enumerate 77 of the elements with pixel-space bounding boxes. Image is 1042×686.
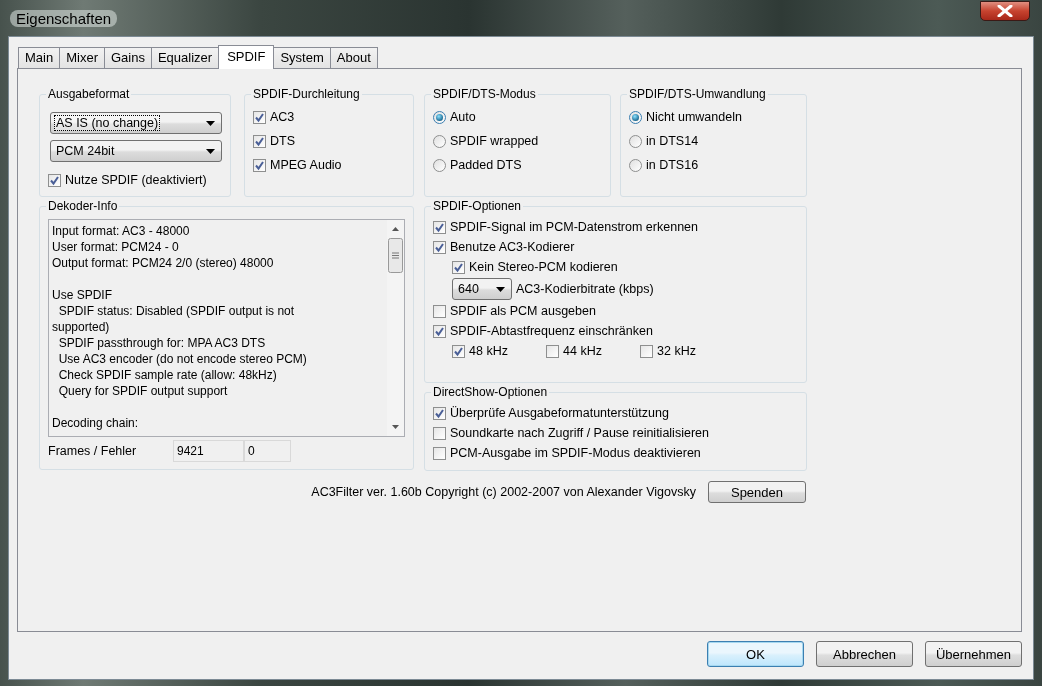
radio-button[interactable]: [433, 158, 446, 172]
tab[interactable]: Mixer: [59, 47, 105, 68]
dropdown[interactable]: AS IS (no change): [50, 112, 222, 134]
close-button[interactable]: [980, 1, 1030, 21]
checkbox[interactable]: [433, 220, 446, 234]
checkbox[interactable]: [546, 344, 559, 358]
radio-label: in DTS14: [646, 134, 699, 148]
checkbox-label: 32 kHz: [657, 344, 696, 358]
dialog-button[interactable]: Abbrechen: [816, 641, 913, 667]
group-title: SPDIF-Durchleitung: [252, 87, 361, 101]
checkbox-label: 48 kHz: [469, 344, 508, 358]
checkbox[interactable]: [433, 426, 446, 440]
radio-label: in DTS16: [646, 158, 699, 172]
radio-label: Padded DTS: [450, 158, 522, 172]
checkbox-label: Benutze AC3-Kodierer: [450, 240, 575, 254]
dropdown-value: AS IS (no change): [54, 115, 161, 131]
checkbox[interactable]: [48, 173, 61, 187]
checkbox[interactable]: [433, 304, 446, 318]
group-title: DirectShow-Optionen: [432, 385, 549, 399]
checkbox-label: DTS: [270, 134, 295, 148]
close-icon: [997, 5, 1013, 17]
caret-icon: [206, 148, 215, 154]
tab[interactable]: About: [329, 47, 378, 68]
radio-button[interactable]: [629, 134, 642, 148]
info-text: Input format: AC3 - 48000 User format: PCM24 - 0 Output format: PCM24 2/0 (stereo) 48000 Use SPDIF SPDIF status: Disabled (SPDIF output is not supported) SPDIF passthrough for: MPA AC3 DTS Use AC3 encoder (do not encode stereo PCM) Check SPDIF sample rate (allow: 48kHz) Query for SPDIF output support Decoding chain:: [51, 223, 308, 432]
tab[interactable]: Equalizer: [150, 47, 220, 68]
group-title: Ausgabeformat: [47, 87, 131, 101]
errors-field: 0: [244, 440, 291, 462]
checkbox[interactable]: [640, 344, 653, 358]
dropdown-label: AC3-Kodierbitrate (kbps): [516, 282, 654, 296]
tab[interactable]: Main: [18, 47, 61, 68]
radio-label: Auto: [450, 110, 476, 124]
radio-label: Nicht umwandeln: [646, 110, 742, 124]
checkbox-label: AC3: [270, 110, 295, 124]
checkbox[interactable]: [253, 134, 266, 148]
caret-icon: [206, 120, 215, 126]
caret-icon: [496, 286, 505, 292]
checkbox-label: Überprüfe Ausgabeformatunterstützung: [450, 406, 669, 420]
checkbox[interactable]: [433, 446, 446, 460]
checkbox-label: Soundkarte nach Zugriff / Pause reinitialisieren: [450, 426, 709, 440]
checkbox-label: Kein Stereo-PCM kodieren: [469, 260, 618, 274]
checkbox-label: PCM-Ausgabe im SPDIF-Modus deaktivieren: [450, 446, 701, 460]
window-title: Eigenschaften: [10, 10, 118, 27]
checkbox[interactable]: [452, 344, 465, 358]
copyright-text: AC3Filter ver. 1.60b Copyright (c) 2002-2007 von Alexander Vigovsky: [311, 485, 696, 499]
group-title: SPDIF/DTS-Modus: [432, 87, 537, 101]
dropdown[interactable]: PCM 24bit: [50, 140, 222, 162]
checkbox-label: MPEG Audio: [270, 158, 342, 172]
checkbox[interactable]: [433, 324, 446, 338]
group-title: SPDIF-Optionen: [432, 199, 523, 213]
checkbox-label: SPDIF als PCM ausgeben: [450, 304, 596, 318]
dialog-button[interactable]: OK: [707, 641, 804, 667]
group-title: SPDIF/DTS-Umwandlung: [628, 87, 767, 101]
checkbox-label: SPDIF-Abtastfrequenz einschränken: [450, 324, 653, 338]
dropdown[interactable]: 640: [452, 278, 512, 300]
radio-button[interactable]: [629, 158, 642, 172]
checkbox-label: Nutze SPDIF (deaktiviert): [65, 173, 207, 187]
tab[interactable]: Gains: [103, 47, 152, 68]
counter-label: Frames / Fehler: [48, 444, 138, 458]
checkbox[interactable]: [253, 110, 266, 124]
group-title: Dekoder-Info: [47, 199, 119, 213]
radio-button[interactable]: [433, 134, 446, 148]
frames-field: 9421: [173, 440, 244, 462]
checkbox-label: SPDIF-Signal im PCM-Datenstrom erkennen: [450, 220, 698, 234]
checkbox[interactable]: [253, 158, 266, 172]
donate-button[interactable]: Spenden: [708, 481, 806, 503]
radio-button[interactable]: [433, 110, 446, 124]
checkbox[interactable]: [452, 260, 465, 274]
tab[interactable]: SPDIF: [218, 45, 275, 69]
tab[interactable]: System: [273, 47, 331, 68]
checkbox[interactable]: [433, 240, 446, 254]
radio-label: SPDIF wrapped: [450, 134, 539, 148]
checkbox[interactable]: [433, 406, 446, 420]
dialog-button[interactable]: Übernehmen: [925, 641, 1022, 667]
checkbox-label: 44 kHz: [563, 344, 602, 358]
radio-button[interactable]: [629, 110, 642, 124]
dropdown-value: PCM 24bit: [55, 143, 116, 159]
